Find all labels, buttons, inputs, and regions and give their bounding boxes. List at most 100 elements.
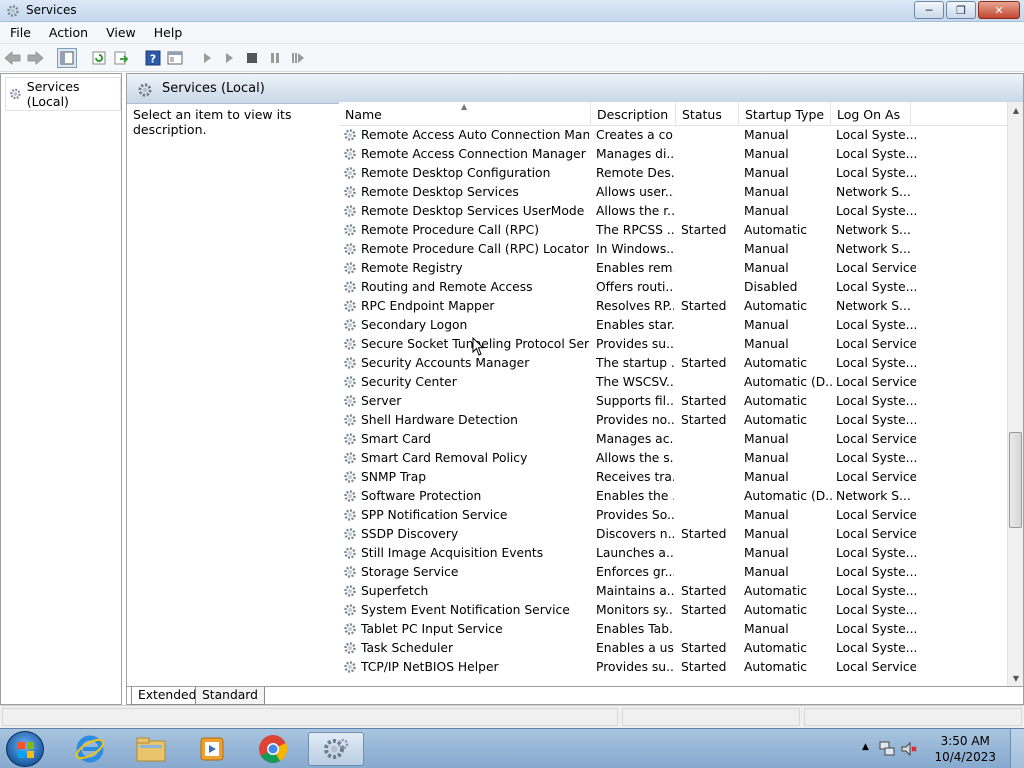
column-description[interactable]: Description (591, 102, 676, 126)
service-gear-icon (343, 394, 357, 411)
service-log-on-as: Local Service (836, 508, 916, 522)
help-button[interactable]: ? (143, 48, 163, 68)
column-startup-type[interactable]: Startup Type (739, 102, 831, 126)
menu-action[interactable]: Action (39, 22, 96, 43)
service-name: Remote Access Connection Manager (361, 147, 586, 161)
table-row[interactable]: Task Scheduler Enables a us... Started Auto… (339, 639, 1009, 658)
column-status[interactable]: Status (676, 102, 739, 126)
table-row[interactable]: Remote Desktop Services Allows user... Man… (339, 183, 1009, 202)
clock[interactable]: 3:50 AM 10/4/2023 (934, 733, 996, 765)
pause-service-button[interactable] (265, 48, 285, 68)
status-segment (2, 708, 618, 726)
menu-help[interactable]: Help (144, 22, 191, 43)
scroll-thumb[interactable] (1009, 432, 1022, 528)
internet-explorer-button[interactable] (62, 732, 118, 766)
properties-button[interactable] (165, 48, 185, 68)
table-row[interactable]: Secure Socket Tunneling Protocol Service… (339, 335, 1009, 354)
close-icon: ✕ (994, 3, 1004, 17)
table-row[interactable]: Software Protection Enables the ... Automa… (339, 487, 1009, 506)
services-taskbar-button[interactable] (308, 732, 364, 766)
table-row[interactable]: Routing and Remote Access Offers routi...… (339, 278, 1009, 297)
show-desktop-button[interactable] (1010, 729, 1024, 768)
table-row[interactable]: Remote Access Auto Connection Manager Cre… (339, 126, 1009, 145)
service-gear-icon (343, 147, 357, 164)
scroll-up-icon[interactable]: ▲ (1008, 102, 1024, 118)
table-row[interactable]: Shell Hardware Detection Provides no... St… (339, 411, 1009, 430)
maximize-button[interactable]: ❐ (946, 1, 976, 19)
table-row[interactable]: Smart Card Manages ac... Manual Local Servi… (339, 430, 1009, 449)
refresh-button[interactable] (89, 48, 109, 68)
show-hidden-icons-icon[interactable]: ▲ (862, 742, 869, 752)
table-row[interactable]: SSDP Discovery Discovers n... Started Manua… (339, 525, 1009, 544)
file-explorer-button[interactable] (123, 732, 179, 766)
refresh-icon (92, 51, 106, 65)
chrome-icon (259, 735, 288, 763)
start-orb-icon[interactable] (6, 731, 44, 767)
table-row[interactable]: SNMP Trap Receives tra... Manual Local Serv… (339, 468, 1009, 487)
table-row[interactable]: Remote Access Connection Manager Manages … (339, 145, 1009, 164)
stop-service-button[interactable] (242, 48, 262, 68)
service-description: Supports fil... (596, 394, 674, 408)
service-description: Launches a... (596, 546, 674, 560)
forward-button[interactable] (25, 48, 45, 68)
vertical-scrollbar[interactable]: ▲ ▼ (1007, 102, 1023, 686)
table-row[interactable]: Server Supports fil... Started Automatic Loc… (339, 392, 1009, 411)
tab-extended[interactable]: Extended (131, 687, 204, 705)
table-row[interactable]: Remote Procedure Call (RPC) The RPCSS ...… (339, 221, 1009, 240)
taskbar: ▲ 3:50 AM 10/4/2023 (0, 728, 1024, 768)
close-button[interactable]: ✕ (978, 1, 1020, 19)
table-row[interactable]: Security Accounts Manager The startup ...… (339, 354, 1009, 373)
menu-file[interactable]: File (0, 22, 39, 43)
table-row[interactable]: Still Image Acquisition Events Launches a… (339, 544, 1009, 563)
service-description: Provides su... (596, 660, 674, 674)
table-row[interactable]: Remote Procedure Call (RPC) Locator In Wi… (339, 240, 1009, 259)
table-row[interactable]: SPP Notification Service Provides So... Ma… (339, 506, 1009, 525)
export-list-button[interactable] (111, 48, 131, 68)
tab-standard[interactable]: Standard (195, 687, 265, 705)
table-row[interactable]: Tablet PC Input Service Enables Tab... Man… (339, 620, 1009, 639)
tree-item-label: Services (Local) (26, 79, 80, 109)
table-row[interactable]: System Event Notification Service Monitor… (339, 601, 1009, 620)
table-row[interactable]: Remote Registry Enables rem... Manual Local… (339, 259, 1009, 278)
service-startup-type: Manual (744, 261, 789, 275)
minimize-button[interactable]: ─ (914, 1, 944, 19)
volume-muted-icon[interactable] (900, 740, 918, 758)
service-log-on-as: Local Syste... (836, 128, 916, 142)
service-status: Started (681, 394, 727, 408)
column-log-on-as[interactable]: Log On As (831, 102, 911, 126)
back-icon (4, 51, 21, 65)
start-service-button[interactable] (197, 48, 217, 68)
table-row[interactable]: Remote Desktop Services UserMode Port ..… (339, 202, 1009, 221)
service-name: Routing and Remote Access (361, 280, 533, 294)
table-row[interactable]: Remote Desktop Configuration Remote Des..… (339, 164, 1009, 183)
menu-view[interactable]: View (96, 22, 144, 43)
service-status: Started (681, 641, 727, 655)
show-console-tree-button[interactable] (57, 48, 77, 68)
service-startup-type: Manual (744, 622, 789, 636)
chrome-button[interactable] (245, 732, 301, 766)
table-row[interactable]: Superfetch Maintains a... Started Automatic… (339, 582, 1009, 601)
service-startup-type: Automatic (744, 223, 808, 237)
service-startup-type: Manual (744, 166, 789, 180)
tree-item-services-local[interactable]: Services (Local) (5, 77, 121, 111)
resume-service-button[interactable] (288, 48, 308, 68)
table-row[interactable]: Storage Service Enforces gr... Manual Local… (339, 563, 1009, 582)
file-explorer-icon (136, 737, 166, 762)
service-status: Started (681, 660, 727, 674)
service-description: Allows user... (596, 185, 674, 199)
table-row[interactable]: TCP/IP NetBIOS Helper Provides su... Start… (339, 658, 1009, 677)
restore-icon: ❐ (956, 3, 966, 17)
console-tree: Services (Local) (0, 73, 122, 705)
network-icon[interactable] (878, 740, 896, 758)
service-status: Started (681, 299, 727, 313)
scroll-down-icon[interactable]: ▼ (1008, 670, 1024, 686)
start-alt-button[interactable] (219, 48, 239, 68)
table-row[interactable]: RPC Endpoint Mapper Resolves RP... Started… (339, 297, 1009, 316)
table-row[interactable]: Smart Card Removal Policy Allows the s...… (339, 449, 1009, 468)
back-button[interactable] (3, 48, 23, 68)
media-player-button[interactable] (184, 732, 240, 766)
services-list[interactable]: Name ▲ Description Status Startup Type L… (339, 102, 1009, 686)
table-row[interactable]: Security Center The WSCSV... Automatic (D.… (339, 373, 1009, 392)
table-row[interactable]: Secondary Logon Enables star... Manual Loca… (339, 316, 1009, 335)
service-name: System Event Notification Service (361, 603, 570, 617)
